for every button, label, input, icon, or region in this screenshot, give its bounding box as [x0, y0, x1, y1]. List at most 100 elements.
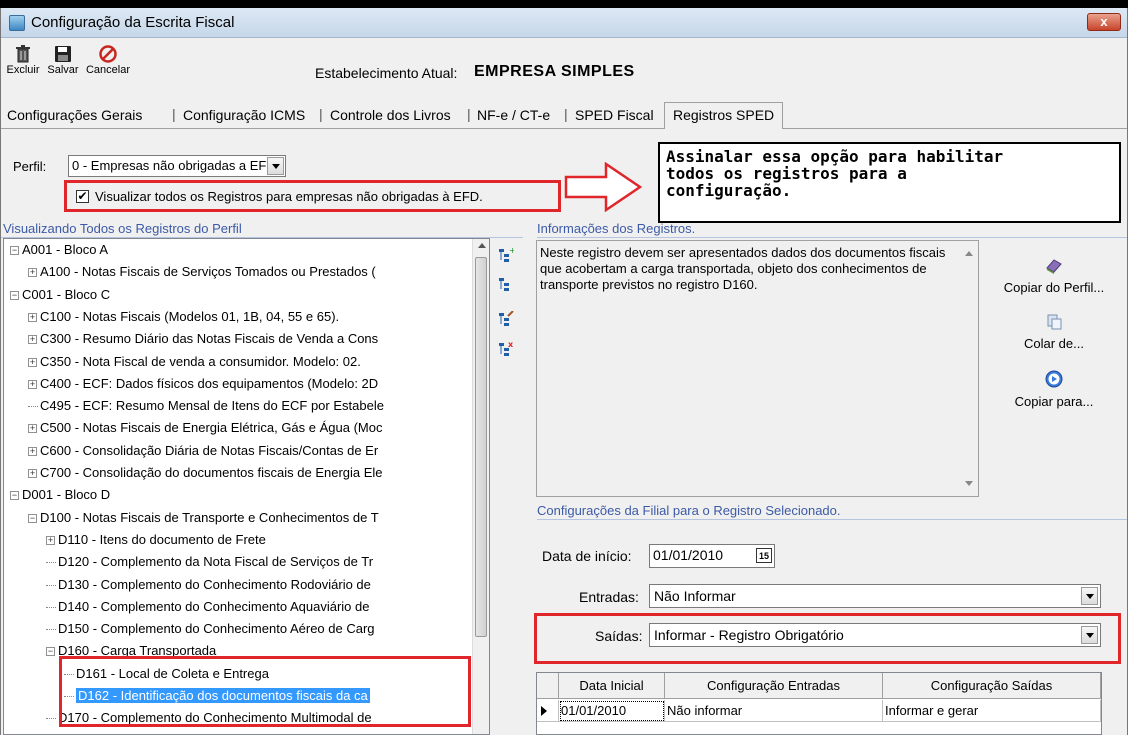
tab-nfe-cte[interactable]: NF-e / CT-e [477, 107, 550, 123]
chevron-down-icon[interactable] [1081, 587, 1098, 605]
tree-connector [28, 406, 38, 408]
tree-item[interactable]: D140 - Complemento do Conhecimento Aquav… [46, 598, 369, 616]
tab-controle-dos-livros[interactable]: Controle dos Livros [330, 107, 451, 123]
tab-separator: | [172, 106, 176, 122]
tree-item-label: A001 - Bloco A [22, 242, 108, 257]
tree-item[interactable]: + D110 - Itens do documento de Frete [46, 531, 266, 549]
grid-header-config-saidas[interactable]: Configuração Saídas [883, 673, 1101, 699]
scroll-up-icon[interactable] [478, 243, 486, 248]
expand-icon[interactable]: + [28, 469, 37, 479]
tab-divider [1, 128, 1127, 129]
excluir-button[interactable]: Excluir [5, 44, 41, 76]
tab-sped-fiscal[interactable]: SPED Fiscal [575, 107, 654, 123]
grid-header-data-inicial[interactable]: Data Inicial [559, 673, 665, 699]
tree-header: Visualizando Todos os Registros do Perfi… [1, 221, 523, 238]
copy-to-button[interactable]: Copiar para... [981, 370, 1127, 409]
tree-item[interactable]: D130 - Complemento do Conhecimento Rodov… [46, 576, 371, 594]
tab-strip: Configurações Gerais | Configuração ICMS… [1, 102, 1127, 129]
tree-item[interactable]: − D001 - Bloco D [10, 486, 110, 504]
chevron-down-icon[interactable] [267, 157, 284, 175]
show-all-records-label[interactable]: Visualizar todos os Registros para empre… [95, 189, 483, 204]
checkbox-highlight: ✔ Visualizar todos os Registros para emp… [64, 180, 561, 212]
cancelar-label: Cancelar [85, 64, 131, 76]
collapse-icon[interactable]: − [10, 246, 19, 256]
entradas-value: Não Informar [654, 588, 736, 604]
expand-icon[interactable]: + [28, 379, 37, 389]
tree-item[interactable]: + A100 - Notas Fiscais de Serviços Tomado… [28, 263, 376, 281]
collapse-icon[interactable]: − [28, 513, 37, 523]
tree-item-label: A100 - Notas Fiscais de Serviços Tomados… [40, 264, 376, 280]
tab-registros-sped[interactable]: Registros SPED [664, 102, 784, 129]
tree-item[interactable]: + C350 - Nota Fiscal de venda a consumido… [28, 353, 361, 371]
tree-item[interactable]: D120 - Complemento da Nota Fiscal de Ser… [46, 553, 373, 571]
expand-icon[interactable]: + [28, 312, 37, 322]
grid-header-config-entradas[interactable]: Configuração Entradas [665, 673, 883, 699]
add-node-icon[interactable]: + [498, 247, 514, 263]
tree-item[interactable]: + C600 - Consolidação Diária de Notas Fis… [28, 442, 378, 460]
expand-icon[interactable]: + [28, 335, 37, 345]
forward-circle-icon [1045, 370, 1063, 388]
entradas-dropdown[interactable]: Não Informar [649, 584, 1101, 608]
tree-item-label: D130 - Complemento do Conhecimento Rodov… [58, 576, 371, 592]
tree-item[interactable]: + C100 - Notas Fiscais (Modelos 01, 1B, 0… [28, 308, 339, 326]
arrow-right-icon [564, 162, 643, 212]
tree-item-label: C100 - Notas Fiscais (Modelos 01, 1B, 04… [40, 308, 340, 324]
tree-item-label: D001 - Bloco D [22, 487, 111, 503]
collapse-icon[interactable]: − [10, 491, 19, 501]
tab-configuracoes-gerais[interactable]: Configurações Gerais [7, 107, 142, 123]
expand-icon[interactable]: + [28, 268, 37, 278]
svg-text:+: + [509, 247, 514, 255]
tree-scroll-thumb[interactable] [475, 257, 487, 637]
grid-cell-config-saidas[interactable]: Informar e gerar [883, 700, 1101, 722]
start-date-field[interactable]: 01/01/2010 15 [649, 544, 775, 568]
tree-item-label: C001 - Bloco C [22, 286, 111, 302]
expand-icon[interactable]: + [28, 357, 37, 367]
collapse-icon[interactable]: − [46, 647, 55, 657]
paste-from-button[interactable]: Colar de... [981, 314, 1127, 351]
tree-connector [46, 718, 56, 720]
perfil-value: 0 - Empresas não obrigadas a EFD [72, 158, 276, 173]
entradas-label: Entradas: [579, 589, 639, 605]
edit-node-icon[interactable] [498, 311, 514, 327]
floppy-disk-icon [55, 46, 71, 62]
tree-item[interactable]: D150 - Complemento do Conhecimento Aéreo… [46, 620, 375, 638]
tree-scrollbar[interactable] [472, 239, 489, 734]
grid-cell-data-inicial[interactable]: 01/01/2010 [559, 700, 665, 722]
salvar-button[interactable]: Salvar [43, 44, 83, 76]
tree-item-label: C495 - ECF: Resumo Mensal de Itens do EC… [40, 398, 384, 414]
delete-node-icon[interactable]: x [498, 341, 514, 357]
tree-item[interactable]: + C300 - Resumo Diário das Notas Fiscais … [28, 330, 378, 348]
info-scrollbar[interactable] [962, 243, 976, 494]
tree-highlight [59, 656, 471, 727]
paste-icon [1047, 314, 1062, 330]
tree-item[interactable]: − D100 - Notas Fiscais de Transporte e Co… [28, 509, 379, 527]
tree-item-label: D100 - Notas Fiscais de Transporte e Con… [40, 509, 379, 525]
tree-item[interactable]: + C500 - Notas Fiscais de Energia Elétric… [28, 419, 382, 437]
copy-from-profile-button[interactable]: Copiar do Perfil... [981, 258, 1127, 295]
calendar-icon[interactable]: 15 [756, 548, 772, 563]
config-history-grid[interactable]: Data Inicial Configuração Entradas Confi… [536, 672, 1102, 735]
perfil-dropdown[interactable]: 0 - Empresas não obrigadas a EFD [68, 155, 286, 177]
tree-structure-icon[interactable] [498, 276, 514, 292]
tree-item-label: C700 - Consolidação do documentos fiscai… [40, 465, 383, 480]
show-all-records-checkbox[interactable]: ✔ [76, 190, 89, 203]
tree-item[interactable]: − C001 - Bloco C [10, 286, 110, 304]
close-button[interactable]: x [1087, 13, 1121, 31]
expand-icon[interactable]: + [46, 535, 55, 545]
paste-from-label: Colar de... [1024, 336, 1084, 351]
grid-cell-config-entradas[interactable]: Não informar [665, 700, 883, 722]
expand-icon[interactable]: + [28, 424, 37, 434]
tree-item[interactable]: + C700 - Consolidação do documentos fisca… [28, 464, 383, 482]
record-description: Neste registro devem ser apresentados da… [540, 245, 946, 292]
tree-item-label: D140 - Complemento do Conhecimento Aquav… [58, 598, 370, 614]
tree-item[interactable]: C495 - ECF: Resumo Mensal de Itens do EC… [28, 397, 384, 415]
config-header: Configurações da Filial para o Registro … [537, 503, 1127, 520]
tree-item[interactable]: + C400 - ECF: Dados físicos dos equipamen… [28, 375, 378, 393]
tab-configuracao-icms[interactable]: Configuração ICMS [183, 107, 305, 123]
tree-item[interactable]: − A001 - Bloco A [10, 241, 108, 259]
collapse-icon[interactable]: − [10, 290, 19, 300]
cancelar-button[interactable]: Cancelar [85, 44, 131, 76]
app-icon [9, 15, 25, 31]
tab-separator: | [319, 106, 323, 122]
expand-icon[interactable]: + [28, 446, 37, 456]
